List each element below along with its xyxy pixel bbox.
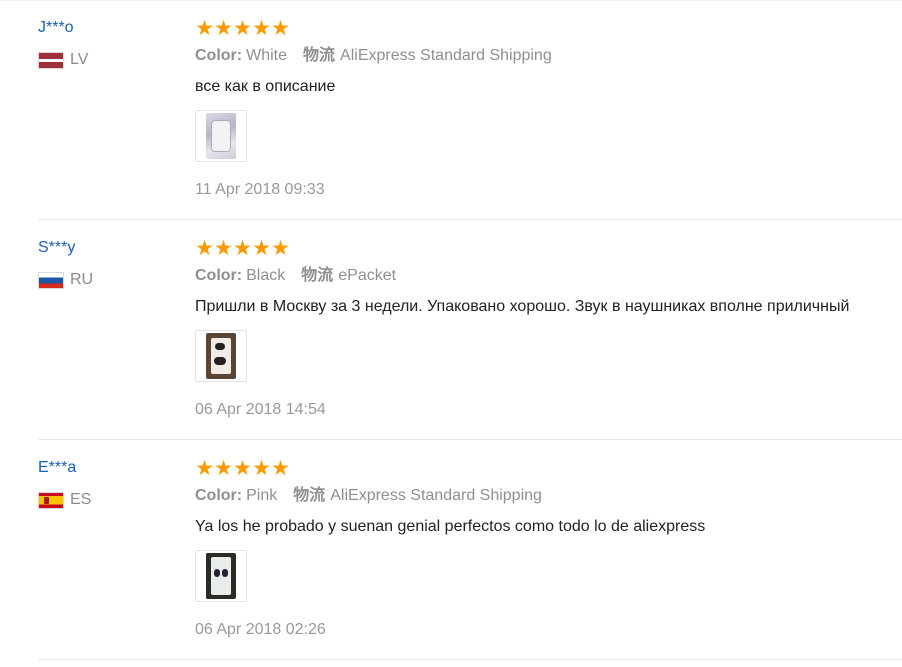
review-photo-thumbnail[interactable] [195,550,247,602]
review-photo [206,333,236,379]
star-icon: ★ [271,237,290,260]
country-code: LV [70,51,89,68]
review-text: все как в описание [195,78,336,95]
reviewer-country: LV [38,51,88,69]
reviewer-name[interactable]: E***a [38,458,76,478]
review-date: 06 Apr 2018 02:26 [195,621,326,638]
star-icon: ★ [233,237,252,260]
shipping-label: 物流 [293,487,326,504]
shipping-label: 物流 [301,267,334,284]
review-item: J***o LV ★ ★ ★ ★ ★ Color: White 物流 AliEx… [0,0,902,220]
order-info: Color: White 物流 AliExpress Standard Ship… [195,46,552,66]
shipping-value: ePacket [338,267,397,284]
star-icon: ★ [195,17,214,40]
country-code: RU [70,271,94,288]
star-icon: ★ [233,17,252,40]
review-item: S***y RU ★ ★ ★ ★ ★ Color: Black 物流 ePack… [0,220,902,440]
color-label: Color: [195,47,243,64]
review-date: 11 Apr 2018 09:33 [195,181,325,198]
star-icon: ★ [195,237,214,260]
reviewer-name[interactable]: S***y [38,238,75,258]
star-icon: ★ [252,237,271,260]
review-photo [206,553,236,599]
divider [38,659,902,660]
reviewer-name[interactable]: J***o [38,18,74,38]
color-value: Pink [246,487,278,504]
review-date: 06 Apr 2018 14:54 [195,401,326,418]
es-flag-icon [38,491,64,509]
color-value: White [246,47,288,64]
star-rating: ★ ★ ★ ★ ★ [195,457,290,480]
review-photo-thumbnail[interactable] [195,330,247,382]
reviewer-country: ES [38,491,91,509]
star-rating: ★ ★ ★ ★ ★ [195,237,290,260]
star-icon: ★ [271,17,290,40]
star-rating: ★ ★ ★ ★ ★ [195,17,290,40]
review-item: E***a ES ★ ★ ★ ★ ★ Color: Pink 物流 AliExp… [0,440,902,660]
order-info: Color: Black 物流 ePacket [195,266,396,286]
star-icon: ★ [195,457,214,480]
review-text: Ya los he probado y suenan genial perfec… [195,518,706,535]
color-label: Color: [195,487,243,504]
reviewer-country: RU [38,271,93,289]
ru-flag-icon [38,271,64,289]
star-icon: ★ [252,457,271,480]
star-icon: ★ [214,457,233,480]
shipping-value: AliExpress Standard Shipping [340,47,552,64]
review-photo [206,113,236,159]
color-value: Black [246,267,286,284]
shipping-label: 物流 [303,47,336,64]
review-photo-thumbnail[interactable] [195,110,247,162]
lv-flag-icon [38,51,64,69]
review-text: Пришли в Москву за 3 недели. Упаковано х… [195,298,850,315]
color-label: Color: [195,267,243,284]
star-icon: ★ [252,17,271,40]
order-info: Color: Pink 物流 AliExpress Standard Shipp… [195,486,542,506]
country-code: ES [70,491,92,508]
star-icon: ★ [233,457,252,480]
shipping-value: AliExpress Standard Shipping [330,487,542,504]
star-icon: ★ [214,237,233,260]
star-icon: ★ [214,17,233,40]
star-icon: ★ [271,457,290,480]
